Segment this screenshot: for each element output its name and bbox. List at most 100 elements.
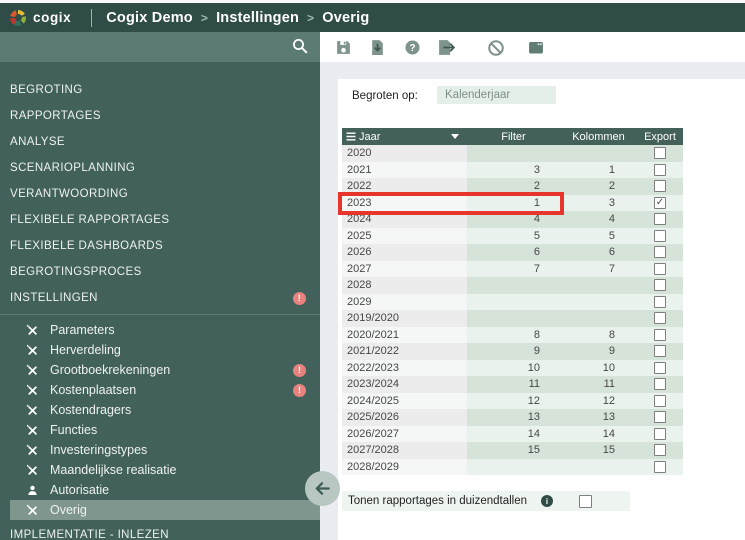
sidebar-subitem-herverdeling[interactable]: Herverdeling: [0, 340, 320, 360]
sidebar-item-rapportages[interactable]: RAPPORTAGES: [0, 103, 320, 129]
export-checkbox[interactable]: [654, 246, 666, 259]
help-button[interactable]: ?: [401, 37, 423, 58]
table-row-2023[interactable]: 2023 1 3 ✓: [338, 191, 683, 215]
export-checkbox[interactable]: [654, 147, 666, 160]
table-row-2028[interactable]: 2028: [342, 277, 683, 294]
kolommen-cell[interactable]: 14: [560, 425, 637, 442]
column-header-jaar[interactable]: Jaar: [342, 131, 467, 143]
kolommen-cell[interactable]: 7: [560, 260, 637, 277]
kolommen-cell[interactable]: 9: [560, 343, 637, 360]
export-checkbox[interactable]: [654, 328, 666, 341]
filter-cell[interactable]: 2: [467, 178, 560, 195]
table-row-2022-2023[interactable]: 2022/2023 10 10: [342, 359, 683, 376]
kolommen-cell[interactable]: 1: [560, 161, 637, 178]
sort-caret-icon[interactable]: [451, 134, 459, 139]
kolommen-cell[interactable]: [560, 293, 637, 310]
sidebar-subitem-kostendragers[interactable]: Kostendragers: [0, 400, 320, 420]
duizendtallen-checkbox[interactable]: [579, 494, 593, 508]
filter-cell[interactable]: 1: [467, 194, 560, 211]
filter-cell[interactable]: [467, 458, 560, 475]
sidebar-item-flexibele-dashboards[interactable]: FLEXIBELE DASHBOARDS: [0, 233, 320, 259]
table-row-2025[interactable]: 2025 5 5: [342, 227, 683, 244]
sidebar-item-instellingen[interactable]: INSTELLINGEN!: [0, 285, 320, 311]
table-row-2025-2026[interactable]: 2025/2026 13 13: [342, 409, 683, 426]
filter-cell[interactable]: 15: [467, 442, 560, 459]
export-checkbox[interactable]: [654, 213, 666, 226]
export-checkbox[interactable]: [654, 312, 666, 325]
begroten-op-field[interactable]: Kalenderjaar: [437, 86, 556, 104]
filter-cell[interactable]: 10: [467, 359, 560, 376]
export-checkbox[interactable]: [654, 295, 666, 308]
export-checkbox[interactable]: [654, 279, 666, 292]
export-checkbox[interactable]: [654, 262, 666, 275]
sidebar-item-begroting[interactable]: BEGROTING: [0, 77, 320, 103]
kolommen-cell[interactable]: [560, 310, 637, 327]
table-row-2021[interactable]: 2021 3 1: [342, 161, 683, 178]
window-button[interactable]: [525, 37, 547, 58]
sidebar-subitem-autorisatie[interactable]: Autorisatie: [0, 480, 320, 500]
kolommen-cell[interactable]: [560, 277, 637, 294]
info-icon[interactable]: i: [541, 495, 554, 507]
filter-cell[interactable]: 9: [467, 343, 560, 360]
filter-cell[interactable]: 12: [467, 392, 560, 409]
export-checkbox[interactable]: ✓: [654, 196, 666, 209]
export-checkbox[interactable]: [654, 361, 666, 374]
kolommen-cell[interactable]: 15: [560, 442, 637, 459]
export-checkbox[interactable]: [654, 427, 666, 440]
column-header-filter[interactable]: Filter: [467, 131, 560, 143]
column-header-kolommen[interactable]: Kolommen: [560, 131, 637, 143]
export-checkbox[interactable]: [654, 411, 666, 424]
export-checkbox[interactable]: [654, 378, 666, 391]
sidebar-subitem-maandelijkse-realisatie[interactable]: Maandelijkse realisatie: [0, 460, 320, 480]
kolommen-cell[interactable]: 3: [560, 194, 637, 211]
sidebar-item-verantwoording[interactable]: VERANTWOORDING: [0, 181, 320, 207]
sidebar-subitem-overig[interactable]: Overig: [10, 500, 320, 520]
export-checkbox[interactable]: [654, 180, 666, 193]
table-row-2027[interactable]: 2027 7 7: [342, 260, 683, 277]
export-checkbox[interactable]: [654, 444, 666, 457]
table-row-2022[interactable]: 2022 2 2: [342, 178, 683, 195]
kolommen-cell[interactable]: 6: [560, 244, 637, 261]
export-checkbox[interactable]: [654, 163, 666, 176]
sidebar-subitem-parameters[interactable]: Parameters: [0, 320, 320, 340]
filter-cell[interactable]: 14: [467, 425, 560, 442]
sidebar-subitem-investeringstypes[interactable]: Investeringstypes: [0, 440, 320, 460]
sidebar-item-flexibele-rapportages[interactable]: FLEXIBELE RAPPORTAGES: [0, 207, 320, 233]
sidebar-item-implementatie-inlezen[interactable]: IMPLEMENTATIE - INLEZEN: [0, 522, 320, 540]
table-row-2023-2024[interactable]: 2023/2024 11 11: [342, 376, 683, 393]
table-row-2024[interactable]: 2024 4 4: [342, 211, 683, 228]
sidebar-collapse-button[interactable]: [305, 471, 340, 506]
kolommen-cell[interactable]: 12: [560, 392, 637, 409]
filter-cell[interactable]: 13: [467, 409, 560, 426]
table-row-2020-2021[interactable]: 2020/2021 8 8: [342, 326, 683, 343]
kolommen-cell[interactable]: 11: [560, 376, 637, 393]
kolommen-cell[interactable]: 5: [560, 227, 637, 244]
table-row-2027-2028[interactable]: 2027/2028 15 15: [342, 442, 683, 459]
kolommen-cell[interactable]: [560, 458, 637, 475]
filter-cell[interactable]: [467, 277, 560, 294]
filter-cell[interactable]: 3: [467, 161, 560, 178]
table-row-2019-2020[interactable]: 2019/2020: [342, 310, 683, 327]
breadcrumb-item-overig[interactable]: Overig: [322, 10, 369, 26]
filter-cell[interactable]: 8: [467, 326, 560, 343]
export-button[interactable]: [436, 37, 458, 58]
sidebar-subitem-functies[interactable]: Functies: [0, 420, 320, 440]
sidebar-item-begrotingsproces[interactable]: BEGROTINGSPROCES: [0, 259, 320, 285]
filter-cell[interactable]: 7: [467, 260, 560, 277]
sidebar-subitem-kostenplaatsen[interactable]: Kostenplaatsen!: [0, 380, 320, 400]
save-button[interactable]: [332, 37, 354, 58]
filter-cell[interactable]: [467, 145, 560, 162]
kolommen-cell[interactable]: 4: [560, 211, 637, 228]
export-checkbox[interactable]: [654, 229, 666, 242]
filter-cell[interactable]: 5: [467, 227, 560, 244]
search-button[interactable]: [288, 35, 312, 59]
sidebar-item-scenarioplanning[interactable]: SCENARIOPLANNING: [0, 155, 320, 181]
kolommen-cell[interactable]: 2: [560, 178, 637, 195]
table-row-2029[interactable]: 2029: [342, 293, 683, 310]
filter-cell[interactable]: 11: [467, 376, 560, 393]
export-checkbox[interactable]: [654, 460, 666, 473]
download-button[interactable]: [366, 37, 388, 58]
filter-cell[interactable]: [467, 293, 560, 310]
kolommen-cell[interactable]: 13: [560, 409, 637, 426]
breadcrumb-item-company[interactable]: Cogix Demo: [106, 10, 193, 26]
